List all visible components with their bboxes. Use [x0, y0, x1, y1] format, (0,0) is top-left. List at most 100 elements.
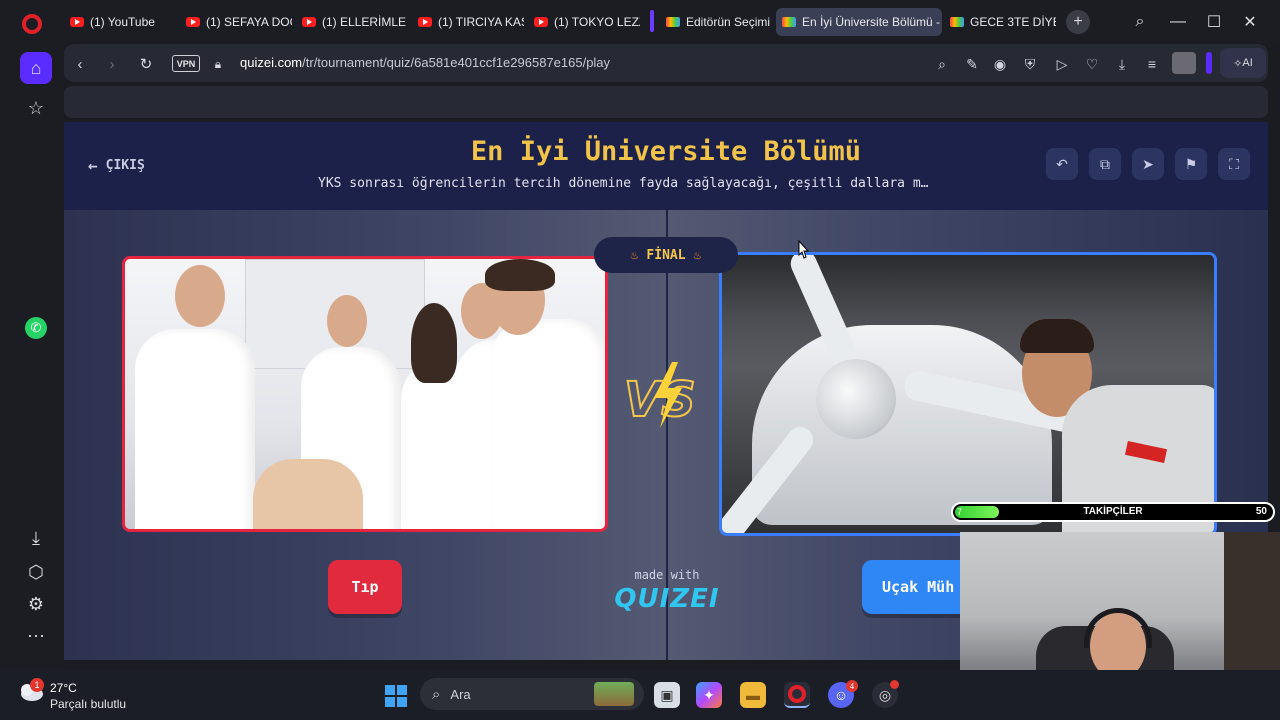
tab-label: (1) SEFAYA DOĞ [206, 15, 292, 29]
search-highlight-image [594, 682, 634, 706]
headset-icon [1084, 608, 1152, 648]
undo-icon[interactable]: ↶ [1046, 148, 1078, 180]
file-explorer-icon[interactable]: ▬ [740, 682, 766, 708]
forward-icon[interactable]: › [102, 54, 122, 74]
youtube-icon [70, 17, 84, 27]
followers-goal-bar: 7 TAKİPÇİLER 50 [951, 502, 1275, 522]
followers-label: TAKİPÇİLER [1083, 506, 1143, 517]
profile-avatar[interactable] [1172, 52, 1196, 74]
student-head [327, 295, 367, 347]
round-label: FİNAL [646, 247, 686, 263]
tab-sefaya[interactable]: (1) SEFAYA DOĞ [180, 8, 292, 36]
quiz-header: ← ÇIKIŞ En İyi Üniversite Bölümü YKS son… [64, 122, 1268, 210]
doctor-head [175, 265, 225, 327]
share-icon[interactable]: ⧉ [1089, 148, 1121, 180]
taskbar-search-input[interactable]: ⌕ Ara [420, 678, 644, 710]
task-view-icon[interactable]: ▣ [654, 682, 680, 708]
weather-description: Parçalı bulutlu [50, 697, 127, 711]
right-choice-image[interactable] [719, 252, 1217, 536]
heart-icon[interactable]: ♡ [1082, 54, 1102, 74]
tab-label: En İyi Üniversite Bölümü - [802, 15, 941, 29]
vpn-badge[interactable]: VPN [172, 55, 200, 72]
left-choice-image[interactable] [122, 256, 608, 532]
made-with-label: made with [634, 568, 700, 582]
new-tab-button[interactable]: + [1066, 10, 1090, 34]
quizei-icon [950, 17, 964, 27]
send-icon[interactable]: ▷ [1052, 54, 1072, 74]
fire-icon: ♨ [630, 247, 639, 263]
choice-left-button[interactable]: Tıp [328, 560, 402, 614]
tab-tirciya[interactable]: (1) TIRCIYA KASI [412, 8, 524, 36]
taskbar: 1 27°C Parçalı bulutlu ⌕ Ara ▣ ✦ ▬ ☺ 4 ◎ [0, 670, 1280, 720]
sidebar: ⌂ ☆ ✆ ⤓ ⬡ ⚙ ⋯ [0, 42, 64, 670]
bookmarks-bar [64, 86, 1268, 118]
ai-label: AI [1242, 57, 1253, 69]
tab-gece[interactable]: GECE 3TE DİYET [944, 8, 1056, 36]
student-hair [411, 303, 457, 383]
tab-ellerimle[interactable]: (1) ELLERİMLE P [296, 8, 408, 36]
star-icon[interactable]: ☆ [20, 92, 52, 124]
quizei-logo[interactable]: QUIZEI [612, 584, 722, 614]
fullscreen-icon[interactable]: ⛶ [1218, 148, 1250, 180]
search-icon: ⌕ [432, 685, 441, 703]
mouse-cursor-icon [798, 240, 810, 259]
temperature: 27°C [50, 681, 77, 695]
tab-label: (1) YouTube [90, 15, 155, 29]
tab-label: Editörün Seçimi [686, 15, 771, 29]
tab-label: (1) ELLERİMLE P [322, 15, 408, 29]
send-icon[interactable]: ➤ [1132, 148, 1164, 180]
settings-icon[interactable]: ⚙ [20, 588, 52, 620]
url-path: /tr/tournament/quiz/6a581e401ccf1e296587… [302, 55, 611, 70]
shield-icon[interactable]: ⛨ [1020, 54, 1040, 74]
tab-search-icon[interactable]: ⌕ [1128, 10, 1152, 34]
copilot-icon[interactable]: ✦ [696, 682, 722, 708]
page-subtitle: YKS sonrası öğrencilerin tercih dönemine… [318, 176, 929, 191]
vs-text: VS [624, 372, 696, 428]
more-icon[interactable]: ⋯ [20, 620, 52, 652]
fire-icon: ♨ [693, 247, 702, 263]
opera-browser-icon[interactable] [784, 682, 810, 708]
weather-badge: 1 [30, 678, 44, 692]
youtube-icon [186, 17, 200, 27]
cube-icon[interactable]: ⬡ [20, 556, 52, 588]
flag-icon[interactable]: ⚑ [1175, 148, 1207, 180]
tab-youtube[interactable]: (1) YouTube [64, 8, 174, 36]
student-figure [491, 319, 605, 529]
quizei-icon [782, 17, 796, 27]
aircraft-nose [752, 325, 1052, 525]
maximize-button[interactable]: ☐ [1202, 10, 1226, 34]
whatsapp-icon[interactable]: ✆ [20, 312, 52, 344]
quizei-icon [666, 17, 680, 27]
tab-label: (1) TIRCIYA KASI [438, 15, 524, 29]
ai-button[interactable]: ✧ AI [1220, 48, 1266, 78]
download-icon[interactable]: ⤓ [1112, 54, 1132, 74]
menu-icon[interactable]: ≡ [1142, 54, 1162, 74]
page-search-icon[interactable]: ⌕ [932, 54, 952, 74]
tab-bar: (1) YouTube (1) SEFAYA DOĞ (1) ELLERİMLE… [0, 0, 1280, 42]
windows-start-icon[interactable] [385, 685, 407, 707]
edit-icon[interactable]: ✎ [962, 54, 982, 74]
download-icon[interactable]: ⤓ [20, 522, 52, 554]
back-icon[interactable]: ‹ [70, 54, 90, 74]
url-host: quizei.com [240, 55, 303, 70]
tab-tokyo[interactable]: (1) TOKYO LEZZ [528, 8, 640, 36]
training-mannequin [253, 459, 363, 529]
url-field[interactable]: quizei.com/tr/tournament/quiz/6a581e401c… [240, 55, 610, 70]
tab-editor-choice[interactable]: Editörün Seçimi [660, 8, 772, 36]
round-badge: ♨ FİNAL ♨ [594, 237, 738, 273]
close-button[interactable]: ✕ [1238, 10, 1262, 34]
tab-active-quiz[interactable]: En İyi Üniversite Bölümü - [776, 8, 942, 36]
minimize-button[interactable]: — [1166, 10, 1190, 34]
tab-label: (1) TOKYO LEZZ [554, 15, 640, 29]
reload-icon[interactable]: ↻ [136, 54, 156, 74]
sidebar-accent [1206, 52, 1212, 74]
camera-icon[interactable]: ◉ [990, 54, 1010, 74]
doctor-figure [135, 329, 255, 529]
opera-logo-icon[interactable] [22, 14, 42, 34]
discord-badge: 4 [846, 680, 858, 692]
vs-badge: VS [623, 362, 697, 429]
lock-icon[interactable]: 🔒︎ [208, 54, 228, 74]
student-hair [485, 259, 555, 291]
address-bar: ‹ › ↻ VPN 🔒︎ quizei.com/tr/tournament/qu… [64, 44, 1268, 82]
home-icon[interactable]: ⌂ [20, 52, 52, 84]
